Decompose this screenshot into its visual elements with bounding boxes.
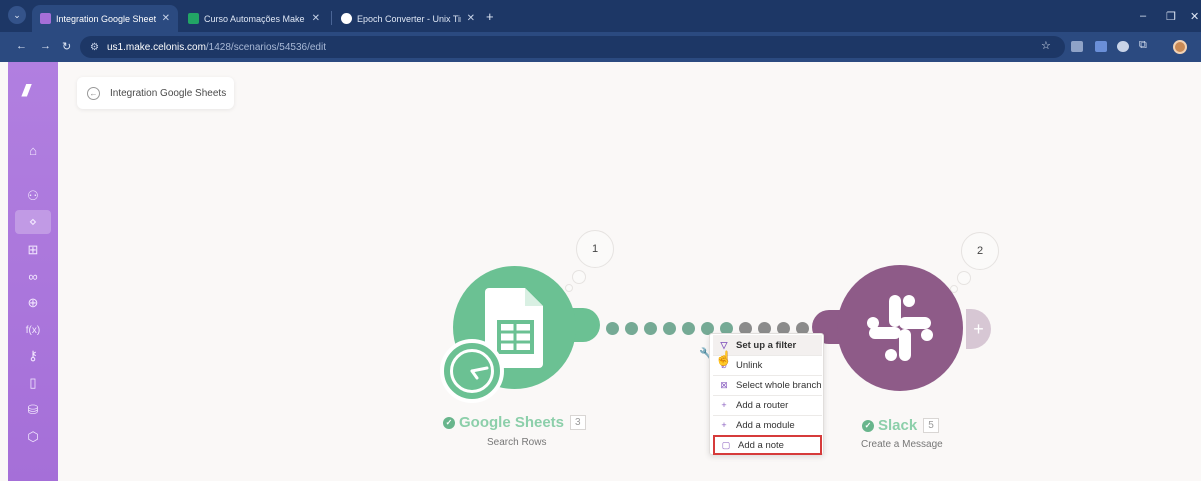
tab-close-icon[interactable]: ✕ [312, 13, 320, 24]
menu-item-label: Set up a filter [736, 339, 797, 351]
menu-item-label: Add a note [738, 439, 784, 451]
tab-epoch-converter[interactable]: Epoch Converter - Unix Timesta ✕ [333, 5, 483, 32]
check-icon: ✓ [443, 416, 455, 429]
slack-module[interactable] [837, 265, 963, 391]
module-name-slack: ✓ Slack 5 [862, 417, 939, 434]
connections-icon[interactable]: ∞ [15, 264, 51, 288]
plus-icon: + [721, 400, 727, 410]
plus-icon: + [721, 420, 727, 430]
add-module-icon[interactable]: + [966, 309, 991, 349]
tab-title: Epoch Converter - Unix Timesta [357, 13, 461, 24]
bubble-number: 2 [976, 245, 984, 257]
close-window-icon[interactable]: ✕ [1190, 10, 1199, 23]
extension-icon[interactable] [1117, 41, 1129, 52]
module-subtitle: Search Rows [487, 437, 547, 448]
menu-item-label: Add a router [736, 399, 789, 411]
branch-icon: ⊠ [720, 379, 728, 390]
filter-icon: ▽ [720, 339, 728, 350]
menu-item-add-note[interactable]: ▢ Add a note [713, 435, 822, 455]
tab-curso-sheets[interactable]: Curso Automações Make - CST ✕ [180, 5, 328, 32]
reload-icon[interactable]: ↻ [62, 40, 71, 53]
profile-avatar[interactable] [1173, 40, 1187, 54]
minimize-icon[interactable]: – [1140, 10, 1146, 22]
module-name-google-sheets: ✓ Google Sheets 3 [443, 414, 586, 431]
back-arrow-icon: ← [87, 86, 100, 100]
bubble-number: 1 [591, 243, 599, 255]
tab-separator [331, 11, 332, 25]
hand-cursor-icon: ☝ [715, 350, 733, 366]
tab-close-icon[interactable]: ✕ [162, 13, 170, 24]
check-icon: ✓ [862, 419, 874, 432]
webhooks-icon[interactable]: ⊕ [15, 291, 51, 315]
home-icon[interactable]: ⌂ [15, 138, 51, 162]
extension-icon[interactable] [1095, 41, 1107, 52]
menu-item-select-branch[interactable]: ⊠ Select whole branch [713, 375, 822, 395]
clock-hands-icon [470, 366, 489, 380]
note-icon: ▢ [721, 439, 731, 450]
connection-dot[interactable] [663, 322, 676, 335]
make-logo-icon[interactable]: /// [22, 81, 30, 101]
url-path: /1428/scenarios/54536/edit [205, 41, 326, 53]
team-icon[interactable]: ⚇ [15, 184, 51, 208]
browser-tab-bar: ⌄ Integration Google Sheets | Ma ✕ Curso… [0, 0, 1201, 32]
connection-dot[interactable] [625, 322, 638, 335]
url-host: us1.make.celonis.com [106, 41, 206, 53]
browser-toolbar: ← → ↻ ⚙ us1.make.celonis.com/1428/scenar… [0, 32, 1201, 62]
tab-title: Integration Google Sheets | Ma [56, 13, 156, 24]
sheets-favicon-icon [188, 13, 199, 24]
menu-item-label: Select whole branch [736, 379, 822, 391]
templates-icon[interactable]: ⊞ [15, 238, 51, 262]
address-bar[interactable]: ⚙ us1.make.celonis.com/1428/scenarios/54… [80, 36, 1065, 58]
forward-icon[interactable]: → [40, 40, 51, 52]
module-index: 3 [570, 415, 586, 430]
functions-icon[interactable]: f(x) [15, 318, 51, 342]
module-name-text: Slack [878, 417, 918, 434]
scenario-back-button[interactable]: ← Integration Google Sheets [77, 77, 234, 109]
make-favicon-icon [40, 13, 51, 24]
menu-item-add-router[interactable]: + Add a router [713, 395, 822, 415]
tab-make-scenario[interactable]: Integration Google Sheets | Ma ✕ [32, 5, 178, 32]
menu-item-label: Add a module [736, 419, 795, 431]
connection-dot[interactable] [644, 322, 657, 335]
datastores-icon[interactable]: ⛁ [15, 398, 51, 422]
clock-face [450, 349, 494, 393]
devices-icon[interactable]: ▯ [15, 371, 51, 395]
extensions-puzzle-icon[interactable]: ⧉ [1139, 39, 1147, 52]
site-settings-icon[interactable]: ⚙ [90, 42, 99, 53]
module-name-text: Google Sheets [459, 414, 565, 431]
menu-item-add-module[interactable]: + Add a module [713, 415, 822, 435]
tab-close-icon[interactable]: ✕ [467, 13, 475, 24]
module-index: 5 [923, 418, 939, 433]
menu-item-label: Unlink [736, 359, 763, 371]
tab-search-icon[interactable]: ⌄ [8, 6, 26, 24]
module-subtitle: Create a Message [861, 439, 943, 450]
scenario-title: Integration Google Sheets [110, 87, 227, 99]
module-id-bubble: 2 [961, 232, 999, 270]
back-icon[interactable]: ← [16, 40, 27, 52]
tab-title: Curso Automações Make - CST [204, 13, 306, 24]
module-id-bubble: 1 [576, 230, 614, 268]
epoch-favicon-icon [341, 13, 352, 24]
app-sidebar: /// ⌂ ⚇ ⋄ ⊞ ∞ ⊕ f(x) ⚷ ▯ ⛁ ⬡ [8, 62, 58, 481]
connection-dot[interactable] [606, 322, 619, 335]
connection-dot[interactable] [682, 322, 695, 335]
keys-icon[interactable]: ⚷ [15, 344, 51, 368]
schedule-clock-icon[interactable] [440, 339, 504, 403]
scenarios-icon[interactable]: ⋄ [15, 210, 51, 234]
bookmark-star-icon[interactable]: ☆ [1041, 39, 1051, 52]
datastructures-icon[interactable]: ⬡ [15, 425, 51, 449]
restore-icon[interactable]: ❐ [1166, 10, 1176, 23]
new-tab-icon[interactable]: + [486, 9, 494, 24]
slack-icon [867, 295, 933, 361]
extension-icon[interactable] [1071, 41, 1083, 52]
